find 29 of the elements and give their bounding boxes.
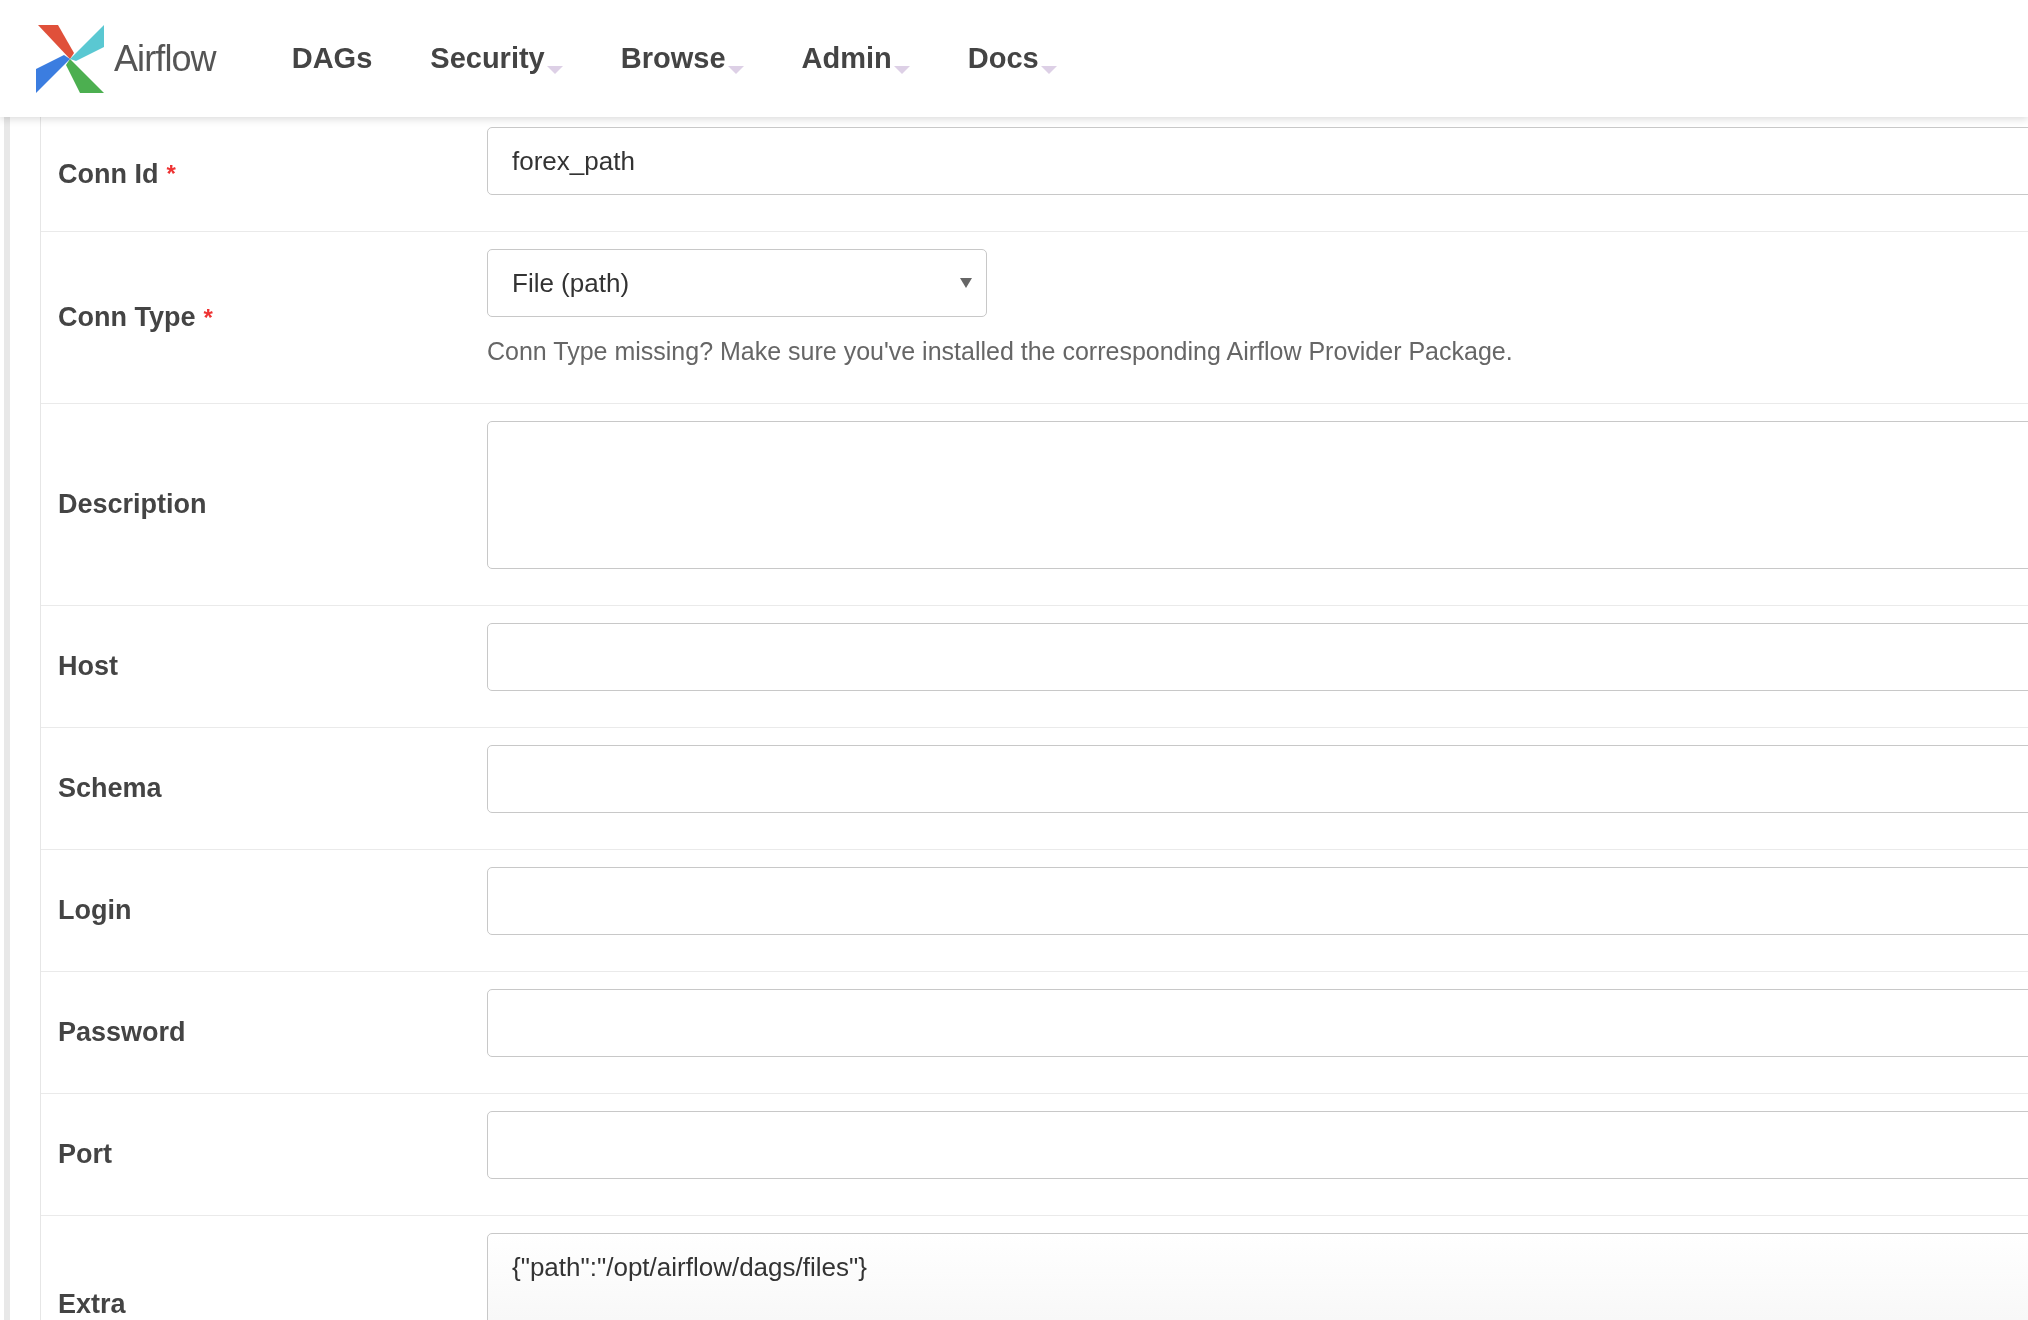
field-label: Login — [58, 894, 132, 928]
nav-menu-item[interactable]: DAGs — [291, 36, 373, 81]
dropdown-caret-icon — [960, 278, 972, 288]
required-asterisk: * — [203, 302, 213, 333]
textarea-field[interactable]: {"path":"/opt/airflow/dags/files"} — [487, 1233, 2028, 1320]
text-input-field[interactable] — [487, 1111, 2028, 1179]
field-label: Conn Id — [58, 157, 159, 191]
nav-menu-item[interactable]: Security — [430, 36, 563, 81]
textarea-field[interactable] — [487, 421, 2028, 569]
field-label: Extra — [58, 1288, 126, 1320]
help-text: Conn Type missing? Make sure you've installed the corresponding Airflow Provider Package. — [487, 336, 1513, 367]
field-label: Schema — [58, 772, 162, 806]
select-field[interactable]: File (path) — [487, 249, 987, 317]
text-input-field[interactable] — [487, 867, 2028, 935]
text-input-field[interactable]: forex_path — [487, 127, 2028, 195]
text-input-field[interactable] — [487, 623, 2028, 691]
field-label: Host — [58, 650, 118, 684]
pinwheel-logo-icon — [34, 22, 106, 95]
field-label: Port — [58, 1138, 112, 1172]
nav-menu-item[interactable]: Admin — [801, 36, 910, 81]
nav-menu-item[interactable]: Browse — [620, 36, 744, 81]
nav-menu-item[interactable]: Docs — [967, 36, 1057, 81]
text-input-field[interactable] — [487, 745, 2028, 813]
text-input-field[interactable] — [487, 989, 2028, 1057]
required-asterisk: * — [166, 159, 176, 189]
field-label: Conn Type — [58, 301, 196, 335]
field-label: Description — [58, 488, 207, 522]
brand-name: Airflow — [114, 36, 216, 81]
field-label: Password — [58, 1016, 186, 1050]
